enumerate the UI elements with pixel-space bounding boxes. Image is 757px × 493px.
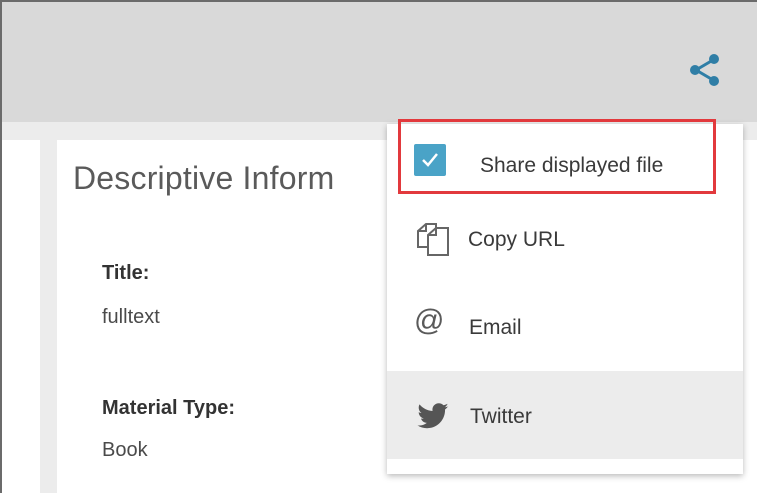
twitter-icon: [417, 403, 449, 429]
section-heading: Descriptive Inform: [73, 160, 335, 196]
share-displayed-file-label: Share displayed file: [480, 154, 664, 177]
copy-url-label: Copy URL: [468, 228, 565, 251]
app-frame: Descriptive Inform Title: fulltext Mater…: [0, 0, 757, 493]
email-label: Email: [469, 316, 522, 339]
at-sign-icon: @: [414, 304, 445, 337]
share-displayed-file-checkbox[interactable]: [414, 144, 446, 176]
frame-border-left: [0, 0, 2, 493]
left-panel: [2, 140, 40, 493]
frame-border: [0, 0, 757, 2]
share-icon: [690, 54, 719, 86]
twitter-label: Twitter: [470, 405, 532, 428]
checkmark-icon: [422, 153, 438, 167]
title-label: Title:: [102, 262, 150, 284]
title-value: fulltext: [102, 306, 160, 328]
material-type-value: Book: [102, 439, 148, 461]
material-type-label: Material Type:: [102, 397, 235, 419]
share-button[interactable]: [685, 50, 725, 90]
copy-icon: [417, 223, 449, 256]
top-toolbar: [2, 2, 757, 122]
